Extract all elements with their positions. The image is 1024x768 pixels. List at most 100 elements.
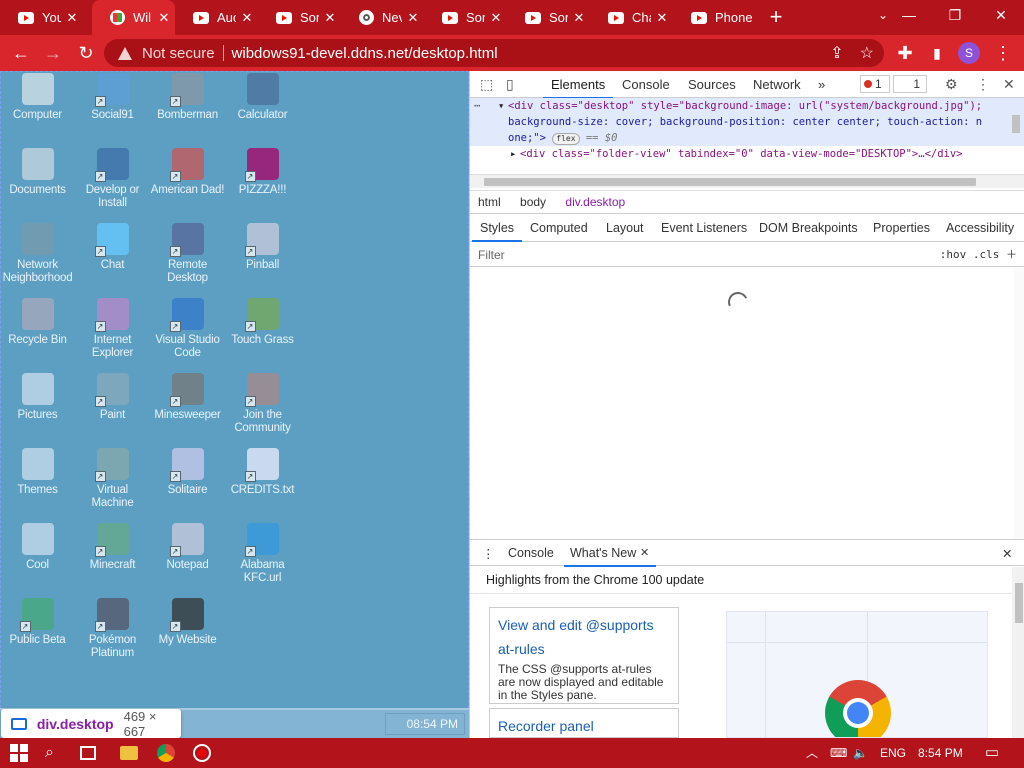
- bookmark-star-icon[interactable]: ☆: [860, 43, 874, 63]
- desktop-icon[interactable]: ↗ Solitaire: [150, 448, 225, 523]
- maximize-button[interactable]: ❐: [932, 0, 978, 30]
- address-bar[interactable]: Not secure wibdows91-devel.ddns.net/desk…: [104, 39, 884, 67]
- settings-gear-icon[interactable]: ⚙: [945, 76, 958, 93]
- collapse-arrow-icon[interactable]: ▸: [510, 146, 516, 162]
- tab-properties[interactable]: Properties: [873, 221, 930, 235]
- more-tabs-icon[interactable]: »: [818, 77, 825, 92]
- desktop-icon[interactable]: ↗ Join the Community: [225, 373, 300, 448]
- desktop-icon[interactable]: Pictures: [0, 373, 75, 448]
- desktop-icon[interactable]: Calculator: [225, 73, 300, 148]
- tab-close-icon[interactable]: ✕: [236, 10, 258, 26]
- browser-tab[interactable]: Sor ✕: [507, 0, 590, 35]
- close-window-button[interactable]: ✕: [978, 0, 1024, 30]
- desktop-icon[interactable]: Themes: [0, 448, 75, 523]
- minimize-button[interactable]: —: [886, 0, 932, 30]
- desktop-icon[interactable]: ↗ Develop or Install: [75, 148, 150, 223]
- dom-node-selected[interactable]: ⋯ ▾ <div class="desktop" style="background…: [470, 98, 1024, 146]
- code-line[interactable]: <div class="folder-view" tabindex="0" da…: [520, 148, 963, 160]
- search-icon[interactable]: ⌕: [45, 744, 63, 762]
- profile-avatar[interactable]: S: [958, 42, 980, 64]
- scroll-thumb[interactable]: [484, 178, 976, 186]
- dom-horizontal-scrollbar[interactable]: [470, 174, 1024, 188]
- desktop-icon[interactable]: ↗ Pokémon Platinum: [75, 598, 150, 673]
- tab-layout[interactable]: Layout: [606, 221, 644, 235]
- desktop-icon[interactable]: ↗ CREDITS.txt: [225, 448, 300, 523]
- devtools-close-icon[interactable]: ✕: [1003, 76, 1015, 93]
- browser-tab[interactable]: Sor ✕: [424, 0, 507, 35]
- desktop-icon[interactable]: ↗ American Dad!: [150, 148, 225, 223]
- reload-icon[interactable]: ↻: [73, 41, 99, 65]
- tab-console[interactable]: Console: [622, 77, 670, 92]
- desktop-icon[interactable]: Cool: [0, 523, 75, 598]
- tab-sources[interactable]: Sources: [688, 77, 736, 92]
- browser-tab[interactable]: Cha ✕: [590, 0, 673, 35]
- tab-close-icon[interactable]: ✕: [568, 10, 590, 26]
- share-icon[interactable]: ⇪: [830, 43, 843, 63]
- scroll-thumb[interactable]: [1012, 115, 1020, 133]
- desktop-icon[interactable]: ↗ Social91: [75, 73, 150, 148]
- notifications-icon[interactable]: ▭: [985, 738, 999, 768]
- desktop-icon[interactable]: ↗ Paint: [75, 373, 150, 448]
- language-indicator[interactable]: ENG: [880, 738, 906, 768]
- drawer-menu-icon[interactable]: ⋮: [482, 546, 495, 561]
- whats-new-card[interactable]: Recorder panel: [489, 708, 679, 738]
- card-title-link[interactable]: Recorder panel: [498, 714, 670, 738]
- inspect-element-icon[interactable]: ⬚: [480, 76, 493, 93]
- browser-tab-active[interactable]: Wil ✕: [92, 0, 175, 35]
- filter-input[interactable]: Filter: [478, 248, 505, 262]
- file-explorer-icon[interactable]: [120, 746, 138, 760]
- new-tab-button[interactable]: +: [764, 6, 788, 30]
- drawer-close-icon[interactable]: ✕: [1002, 546, 1012, 561]
- browser-tab[interactable]: Sor ✕: [258, 0, 341, 35]
- tab-network[interactable]: Network: [753, 77, 801, 92]
- error-count-badge[interactable]: 1: [860, 75, 890, 93]
- breadcrumb-item[interactable]: html: [478, 195, 501, 209]
- hov-toggle[interactable]: :hov: [940, 248, 967, 261]
- menu-kebab-icon[interactable]: ⋮: [990, 41, 1016, 65]
- desktop-icon[interactable]: ↗ My Website: [150, 598, 225, 673]
- card-title-link[interactable]: View and edit @supports at-rules: [498, 613, 670, 661]
- drawer-tab-whats-new[interactable]: What's New: [563, 546, 657, 567]
- flex-badge[interactable]: flex: [552, 133, 580, 145]
- browser-tab[interactable]: Auc ✕: [175, 0, 258, 35]
- drawer-scrollbar[interactable]: [1012, 567, 1024, 738]
- desktop-icon[interactable]: ↗ Visual Studio Code: [150, 298, 225, 373]
- browser-tab[interactable]: You ✕: [0, 0, 83, 35]
- cls-toggle[interactable]: .cls: [973, 248, 1000, 261]
- breadcrumb-item-current[interactable]: div.desktop: [565, 195, 625, 209]
- tab-close-icon[interactable]: ✕: [153, 10, 175, 26]
- tab-accessibility[interactable]: Accessibility: [946, 221, 1014, 235]
- dom-tree[interactable]: ⋯ ▾ <div class="desktop" style="background…: [470, 98, 1024, 176]
- url-text[interactable]: wibdows91-devel.ddns.net/desktop.html: [232, 45, 498, 62]
- browser-tab[interactable]: Nev ✕: [341, 0, 424, 35]
- desktop-icon[interactable]: ↗ Public Beta: [0, 598, 75, 673]
- desktop-icon[interactable]: ↗ Notepad: [150, 523, 225, 598]
- desktop-icon[interactable]: ↗ Virtual Machine: [75, 448, 150, 523]
- security-label[interactable]: Not secure: [142, 45, 215, 62]
- styles-filter[interactable]: Filter :hov .cls ＋: [470, 243, 1024, 267]
- taskbar-clock[interactable]: 8:54 PM: [918, 738, 963, 768]
- tab-event-listeners[interactable]: Event Listeners: [661, 221, 747, 235]
- desktop-icon[interactable]: ↗ Internet Explorer: [75, 298, 150, 373]
- tab-elements[interactable]: Elements: [542, 77, 614, 99]
- desktop-icon[interactable]: ↗ PIZZZA!!!: [225, 148, 300, 223]
- desktop-icon[interactable]: Computer: [0, 73, 75, 148]
- network-icon[interactable]: ⌨: [830, 738, 847, 768]
- tray-chevron-icon[interactable]: ︿: [806, 738, 818, 768]
- desktop-icon[interactable]: Documents: [0, 148, 75, 223]
- tab-close-icon[interactable]: ✕: [61, 10, 83, 26]
- record-app-icon[interactable]: [193, 744, 211, 762]
- desktop-icon[interactable]: ↗ Minesweeper: [150, 373, 225, 448]
- scroll-thumb[interactable]: [1015, 583, 1023, 623]
- devtools-menu-icon[interactable]: ⋮: [976, 76, 990, 93]
- dom-scrollbar[interactable]: [1012, 101, 1020, 165]
- side-panel-icon[interactable]: ▮: [924, 41, 950, 65]
- expand-arrow-icon[interactable]: ▾: [498, 98, 504, 114]
- desktop-icon[interactable]: ↗ Pinball: [225, 223, 300, 298]
- breadcrumb-item[interactable]: body: [520, 195, 546, 209]
- desktop-icon[interactable]: ↗ Alabama KFC.url: [225, 523, 300, 598]
- tab-close-icon[interactable]: ✕: [319, 10, 341, 26]
- back-arrow-icon[interactable]: ←: [8, 41, 34, 65]
- styles-scrollbar[interactable]: [1014, 268, 1024, 538]
- device-toolbar-icon[interactable]: ▯: [506, 76, 514, 93]
